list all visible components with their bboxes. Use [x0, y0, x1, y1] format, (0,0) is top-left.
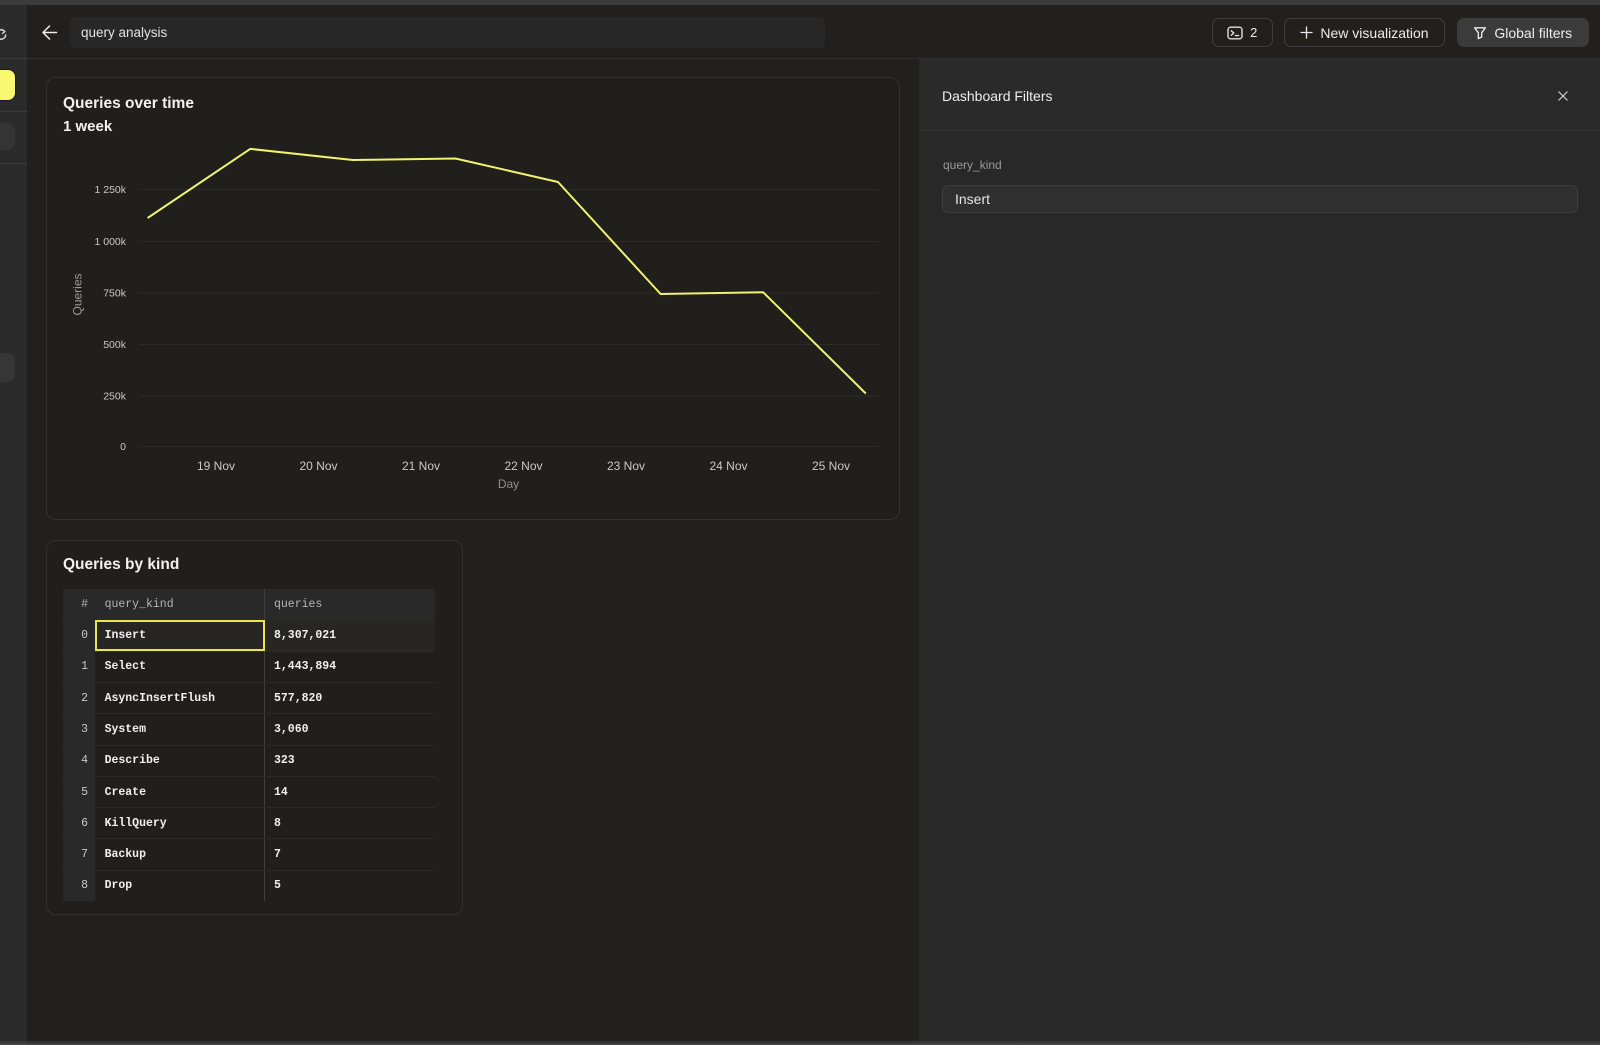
svg-text:0: 0: [120, 441, 126, 453]
svg-text:Day: Day: [498, 477, 519, 491]
svg-text:750k: 750k: [103, 288, 127, 300]
svg-text:25 Nov: 25 Nov: [812, 459, 850, 473]
svg-text:250k: 250k: [103, 391, 127, 403]
svg-text:500k: 500k: [103, 339, 127, 351]
svg-text:21 Nov: 21 Nov: [402, 459, 440, 473]
svg-text:20 Nov: 20 Nov: [299, 459, 337, 473]
svg-text:1 000k: 1 000k: [94, 236, 126, 248]
svg-text:Queries: Queries: [71, 273, 85, 315]
svg-text:19 Nov: 19 Nov: [197, 459, 235, 473]
svg-text:23 Nov: 23 Nov: [607, 459, 645, 473]
svg-text:1 250k: 1 250k: [94, 184, 126, 196]
svg-text:22 Nov: 22 Nov: [504, 459, 542, 473]
svg-text:24 Nov: 24 Nov: [709, 459, 747, 473]
